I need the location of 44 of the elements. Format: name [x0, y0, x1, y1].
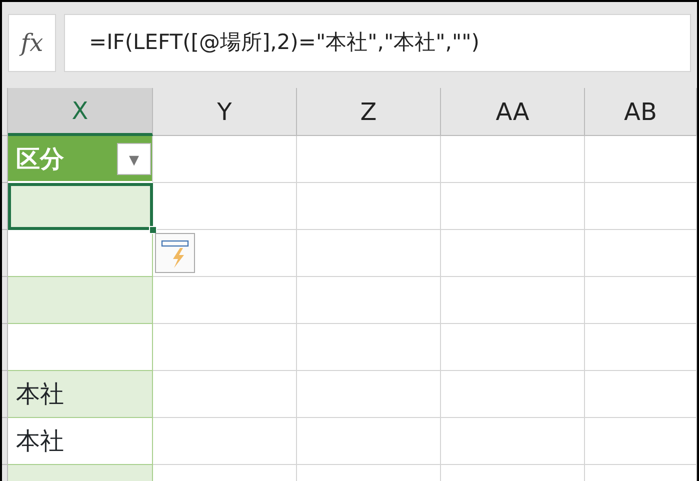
grid-cell[interactable] [441, 136, 585, 183]
grid-cell[interactable] [585, 183, 697, 230]
function-label: fx [8, 14, 56, 72]
grid-cell[interactable] [585, 418, 697, 465]
fill-handle[interactable] [149, 226, 157, 234]
grid-cell[interactable] [297, 277, 441, 324]
filter-button[interactable]: ▾ [117, 142, 151, 174]
grid-cell[interactable] [585, 277, 697, 324]
grid-cell[interactable] [441, 371, 585, 418]
grid-cell[interactable] [153, 230, 297, 277]
grid-cell[interactable] [441, 230, 585, 277]
grid-cell[interactable] [585, 230, 697, 277]
column-header[interactable]: Y [153, 88, 297, 136]
grid-cell[interactable] [441, 418, 585, 465]
table-cell[interactable] [8, 324, 153, 371]
grid-cell[interactable] [153, 183, 297, 230]
column-header[interactable]: Z [297, 88, 441, 136]
grid-cell[interactable] [441, 324, 585, 371]
column-header[interactable]: X [8, 88, 153, 136]
grid-cell[interactable] [585, 136, 697, 183]
column-header[interactable]: AB [585, 88, 697, 136]
grid-cell[interactable] [153, 418, 297, 465]
grid-cell[interactable] [297, 230, 441, 277]
formula-field[interactable]: =IF(LEFT([@場所],2)="本社","本社","") [64, 14, 691, 72]
table-cell[interactable]: 本社 [8, 371, 153, 418]
grid-cell[interactable] [153, 277, 297, 324]
header-label: 区分 [16, 144, 64, 174]
table-cell[interactable]: 本社 [8, 418, 153, 465]
grid-cell[interactable] [297, 324, 441, 371]
grid-cell[interactable] [585, 371, 697, 418]
column-header[interactable]: AA [441, 88, 585, 136]
grid-cell[interactable] [153, 136, 297, 183]
grid-cell[interactable] [153, 324, 297, 371]
grid-cell[interactable] [441, 183, 585, 230]
grid-cell[interactable] [441, 277, 585, 324]
table-cell[interactable] [8, 230, 153, 277]
table-cell[interactable] [8, 277, 153, 324]
flash-fill-button[interactable] [155, 233, 195, 273]
grid-cell[interactable] [297, 136, 441, 183]
grid-cell[interactable] [297, 418, 441, 465]
grid-cell[interactable] [297, 183, 441, 230]
grid-cell[interactable] [297, 371, 441, 418]
grid-cell[interactable] [585, 324, 697, 371]
grid-cell[interactable] [153, 371, 297, 418]
